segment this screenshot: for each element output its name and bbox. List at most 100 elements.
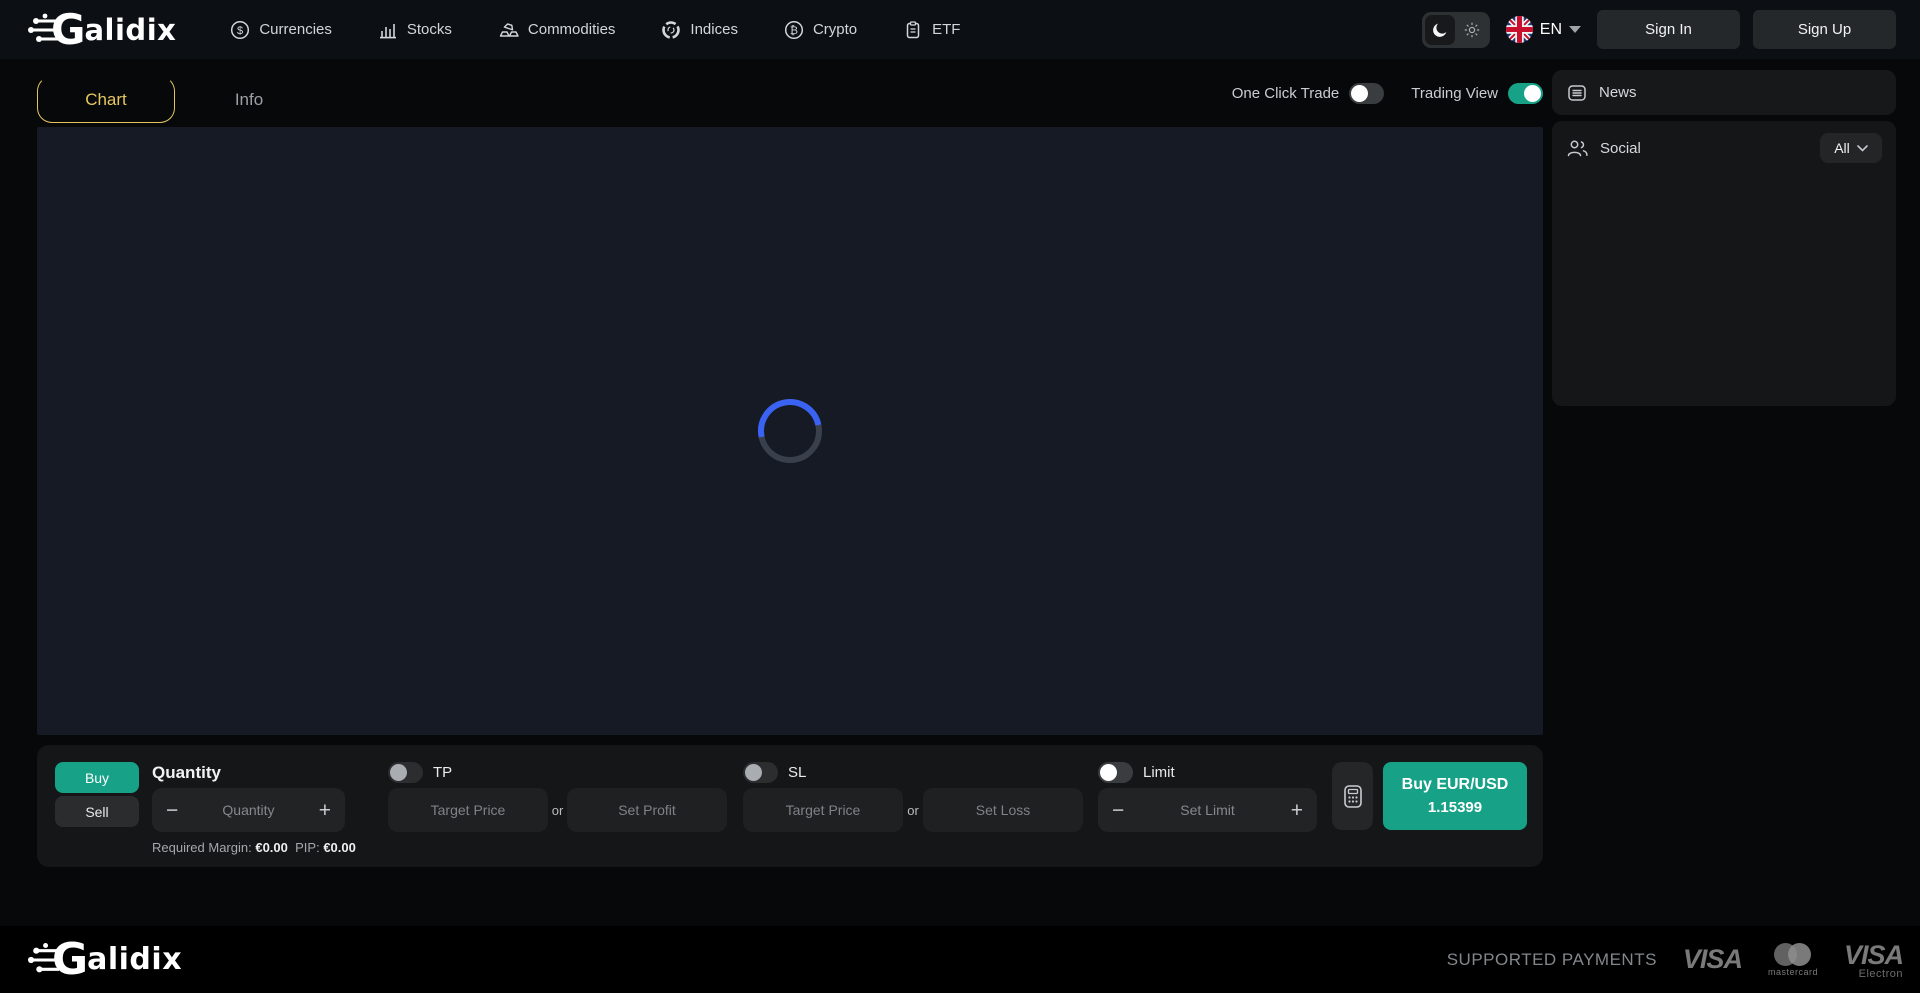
one-click-trade-toggle[interactable] — [1349, 83, 1384, 104]
svg-text:₿: ₿ — [790, 24, 798, 37]
sl-target-price-input[interactable] — [743, 788, 903, 832]
brand-letter: G — [52, 938, 88, 982]
toggle-knob — [1100, 764, 1117, 781]
news-icon — [1566, 82, 1588, 104]
trade-panel: Buy Sell Quantity − + Required Margin: €… — [37, 745, 1543, 867]
sl-toggle[interactable] — [743, 762, 778, 783]
main-menu: $ Currencies Stocks — [230, 20, 960, 40]
chart-toolbar: One Click Trade Trading View — [1232, 83, 1543, 104]
trading-view-label: Trading View — [1411, 85, 1498, 102]
sign-up-button[interactable]: Sign Up — [1753, 10, 1896, 49]
gold-bars-icon — [498, 20, 519, 40]
social-panel: Social All — [1552, 121, 1896, 406]
content-area: Chart Info One Click Trade Trading View — [0, 59, 1920, 867]
dark-mode-button[interactable] — [1425, 15, 1455, 45]
payments-row: SUPPORTED PAYMENTS VISA mastercard VISA … — [1447, 940, 1903, 980]
menu-item-commodities[interactable]: Commodities — [498, 20, 616, 40]
tabs-row: Chart Info One Click Trade Trading View — [37, 59, 1543, 127]
buy-side-button[interactable]: Buy — [55, 762, 139, 793]
limit-input[interactable] — [1124, 802, 1290, 818]
tab-chart[interactable]: Chart — [37, 76, 175, 123]
chevron-down-icon — [1569, 26, 1581, 33]
pip-label: PIP: — [295, 840, 320, 855]
pip-value: €0.00 — [323, 840, 356, 855]
limit-decrease-button[interactable]: − — [1112, 800, 1124, 821]
supported-payments-label: SUPPORTED PAYMENTS — [1447, 950, 1657, 970]
quantity-input[interactable] — [178, 802, 318, 818]
loading-spinner — [756, 397, 824, 465]
tp-set-profit-input[interactable] — [567, 788, 727, 832]
visa-electron-word: VISA — [1844, 940, 1903, 971]
required-margin-value: €0.00 — [255, 840, 288, 855]
sell-side-button[interactable]: Sell — [55, 796, 139, 827]
right-sidebar: News Social All — [1552, 59, 1896, 867]
menu-item-indices[interactable]: Indices — [661, 20, 738, 40]
pie-chart-icon — [661, 20, 681, 40]
visa-electron-logo: VISA Electron — [1844, 940, 1903, 980]
sl-or-label: or — [903, 803, 923, 818]
social-filter-value: All — [1834, 140, 1850, 156]
menu-label: Crypto — [813, 21, 857, 38]
dollar-circle-icon: $ — [230, 20, 250, 40]
sign-in-button[interactable]: Sign In — [1597, 10, 1740, 49]
toggle-knob — [745, 764, 762, 781]
social-label: Social — [1600, 140, 1641, 157]
chart-panel — [37, 127, 1543, 735]
language-selector[interactable]: EN — [1506, 16, 1581, 43]
one-click-trade-group: One Click Trade — [1232, 83, 1385, 104]
menu-label: Stocks — [407, 21, 452, 38]
quantity-group: Quantity − + Required Margin: €0.00 PIP:… — [152, 762, 345, 855]
uk-flag-icon — [1506, 16, 1533, 43]
limit-stepper: − + — [1098, 788, 1317, 832]
submit-order-button[interactable]: Buy EUR/USD 1.15399 — [1383, 762, 1527, 830]
visa-logo: VISA — [1683, 944, 1742, 975]
brand-name: alidix — [87, 942, 182, 977]
limit-toggle[interactable] — [1098, 762, 1133, 783]
footer: Galidix SUPPORTED PAYMENTS VISA masterca… — [0, 926, 1920, 993]
main-column: Chart Info One Click Trade Trading View — [37, 59, 1543, 867]
limit-increase-button[interactable]: + — [1291, 800, 1303, 821]
visa-electron-sub: Electron — [1859, 968, 1903, 980]
sl-set-loss-input[interactable] — [923, 788, 1083, 832]
tp-label: TP — [433, 764, 452, 781]
social-filter-dropdown[interactable]: All — [1820, 133, 1882, 163]
menu-item-currencies[interactable]: $ Currencies — [230, 20, 332, 40]
nav-right: EN Sign In Sign Up — [1422, 10, 1896, 49]
trading-view-group: Trading View — [1411, 83, 1543, 104]
tab-info[interactable]: Info — [203, 76, 295, 123]
menu-item-crypto[interactable]: ₿ Crypto — [784, 20, 857, 40]
toggle-knob — [390, 764, 407, 781]
bitcoin-icon: ₿ — [784, 20, 804, 40]
quantity-stepper: − + — [152, 788, 345, 832]
trading-view-toggle[interactable] — [1508, 83, 1543, 104]
menu-item-etf[interactable]: ETF — [903, 20, 960, 40]
tp-target-price-input[interactable] — [388, 788, 548, 832]
bar-chart-icon — [378, 20, 398, 40]
social-panel-header: Social All — [1566, 133, 1882, 163]
menu-label: ETF — [932, 21, 960, 38]
limit-group: Limit − + — [1098, 762, 1317, 832]
brand-letter: G — [51, 9, 85, 51]
sun-icon — [1463, 21, 1481, 39]
stop-loss-group: SL or — [743, 762, 1083, 832]
menu-label: Commodities — [528, 21, 616, 38]
quantity-decrease-button[interactable]: − — [166, 800, 178, 821]
calculator-button[interactable] — [1332, 762, 1373, 830]
clipboard-icon — [903, 20, 923, 40]
quantity-increase-button[interactable]: + — [319, 800, 331, 821]
menu-item-stocks[interactable]: Stocks — [378, 20, 452, 40]
toggle-knob — [1351, 85, 1368, 102]
tp-toggle[interactable] — [388, 762, 423, 783]
svg-text:$: $ — [237, 25, 243, 37]
mastercard-logo: mastercard — [1768, 943, 1818, 977]
margin-info: Required Margin: €0.00 PIP: €0.00 — [152, 840, 345, 855]
one-click-trade-label: One Click Trade — [1232, 85, 1340, 102]
news-label: News — [1599, 84, 1637, 101]
mastercard-label: mastercard — [1768, 967, 1818, 977]
moon-icon — [1431, 21, 1449, 39]
calculator-icon — [1342, 783, 1364, 810]
brand-logo[interactable]: Galidix — [28, 8, 176, 52]
top-nav: Galidix $ Currencies Stocks — [0, 0, 1920, 59]
light-mode-button[interactable] — [1457, 15, 1487, 45]
news-panel-header[interactable]: News — [1552, 70, 1896, 115]
